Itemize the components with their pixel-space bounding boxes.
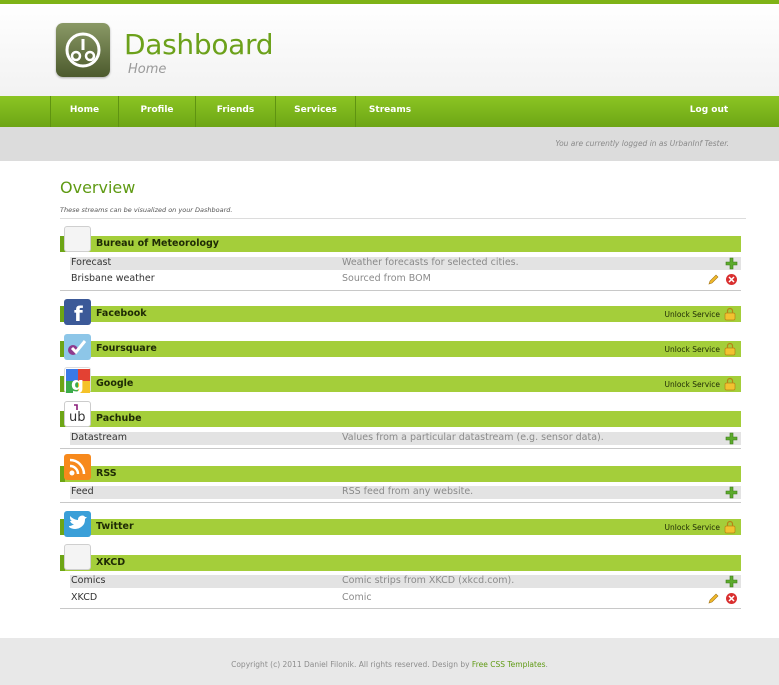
divider bbox=[60, 218, 746, 219]
service-header-bom: Bureau of Meteorology bbox=[60, 236, 741, 252]
service-header-xkcd: XKCD bbox=[60, 555, 741, 571]
page-subtitle: Home bbox=[128, 62, 167, 77]
service-name: Twitter bbox=[96, 521, 134, 532]
twitter-icon bbox=[64, 511, 91, 537]
service-header-facebook: Facebook Unlock Service bbox=[60, 306, 741, 322]
footer: Copyright (c) 2011 Daniel Filonik. All r… bbox=[0, 638, 779, 685]
page-description: These streams can be visualized on your … bbox=[60, 206, 233, 214]
service-name: Facebook bbox=[96, 308, 147, 319]
unlock-service-link[interactable]: Unlock Service bbox=[665, 380, 721, 389]
edit-icon[interactable] bbox=[707, 273, 720, 286]
lock-icon[interactable] bbox=[723, 377, 737, 391]
blank-icon bbox=[64, 544, 91, 570]
footer-text: Copyright (c) 2011 Daniel Filonik. All r… bbox=[231, 660, 470, 669]
nav-item-profile[interactable]: Profile bbox=[119, 96, 195, 127]
stream-name: Brisbane weather bbox=[71, 273, 155, 284]
delete-icon[interactable] bbox=[725, 273, 738, 286]
service-divider bbox=[60, 502, 741, 503]
svg-text:f: f bbox=[74, 302, 83, 325]
add-icon[interactable] bbox=[725, 486, 738, 499]
edit-icon[interactable] bbox=[707, 592, 720, 605]
service-name: RSS bbox=[96, 468, 117, 479]
service-header-google: Google Unlock Service bbox=[60, 376, 741, 392]
pachube-icon: ub bbox=[64, 401, 91, 427]
stream-description: Weather forecasts for selected cities. bbox=[342, 257, 519, 268]
svg-text:g: g bbox=[71, 374, 84, 394]
service-divider bbox=[60, 448, 741, 449]
lock-icon[interactable] bbox=[723, 342, 737, 356]
add-icon[interactable] bbox=[725, 257, 738, 270]
unlock-service-link[interactable]: Unlock Service bbox=[665, 345, 721, 354]
gauge-icon bbox=[56, 23, 110, 77]
table-row[interactable]: Brisbane weather Sourced from BOM bbox=[70, 273, 741, 286]
delete-icon[interactable] bbox=[725, 592, 738, 605]
service-name: Google bbox=[96, 378, 134, 389]
service-divider bbox=[60, 290, 741, 291]
stream-name: Feed bbox=[71, 486, 94, 497]
table-row[interactable]: Feed RSS feed from any website. bbox=[70, 486, 741, 499]
lock-icon[interactable] bbox=[723, 520, 737, 534]
main-nav: Home Profile Friends Services Streams Lo… bbox=[0, 96, 779, 127]
stream-description: RSS feed from any website. bbox=[342, 486, 474, 497]
table-row[interactable]: Datastream Values from a particular data… bbox=[70, 432, 741, 445]
svg-text:ub: ub bbox=[69, 410, 86, 425]
unlock-service-link[interactable]: Unlock Service bbox=[665, 523, 721, 532]
service-header-rss: RSS bbox=[60, 466, 741, 482]
footer-link[interactable]: Free CSS Templates bbox=[472, 660, 546, 669]
service-name: Pachube bbox=[96, 413, 142, 424]
table-row[interactable]: XKCD Comic bbox=[70, 592, 741, 605]
app-title: Dashboard bbox=[124, 28, 274, 61]
stream-description: Sourced from BOM bbox=[342, 273, 431, 284]
header: Dashboard Home bbox=[0, 4, 779, 96]
google-icon: g bbox=[64, 367, 91, 395]
service-header-twitter: Twitter Unlock Service bbox=[60, 519, 741, 535]
logged-in-status: You are currently logged in as UrbanInf … bbox=[555, 139, 729, 148]
stream-name: Forecast bbox=[71, 257, 112, 268]
page-title: Overview bbox=[60, 178, 136, 197]
service-header-pachube: Pachube bbox=[60, 411, 741, 427]
facebook-icon: f bbox=[64, 299, 91, 326]
rss-icon bbox=[64, 454, 91, 480]
blank-icon bbox=[64, 226, 91, 252]
add-icon[interactable] bbox=[725, 575, 738, 588]
stream-description: Comic bbox=[342, 592, 372, 603]
stream-name: Datastream bbox=[71, 432, 127, 443]
nav-item-friends[interactable]: Friends bbox=[196, 96, 275, 127]
service-header-foursquare: Foursquare Unlock Service bbox=[60, 341, 741, 357]
status-bar: You are currently logged in as UrbanInf … bbox=[0, 127, 779, 161]
stream-description: Comic strips from XKCD (xkcd.com). bbox=[342, 575, 515, 586]
stream-description: Values from a particular datastream (e.g… bbox=[342, 432, 604, 443]
nav-logout[interactable]: Log out bbox=[687, 96, 731, 127]
service-divider bbox=[60, 608, 741, 609]
nav-item-services[interactable]: Services bbox=[276, 96, 355, 127]
service-name: XKCD bbox=[96, 557, 126, 568]
service-name: Bureau of Meteorology bbox=[96, 238, 219, 249]
stream-name: XKCD bbox=[71, 592, 98, 603]
table-row[interactable]: Comics Comic strips from XKCD (xkcd.com)… bbox=[70, 575, 741, 588]
foursquare-icon bbox=[64, 334, 91, 360]
add-icon[interactable] bbox=[725, 432, 738, 445]
footer-period: . bbox=[545, 660, 548, 669]
table-row[interactable]: Forecast Weather forecasts for selected … bbox=[70, 257, 741, 270]
service-name: Foursquare bbox=[96, 343, 157, 354]
footer-copyright: Copyright (c) 2011 Daniel Filonik. All r… bbox=[0, 660, 779, 669]
unlock-service-link[interactable]: Unlock Service bbox=[665, 310, 721, 319]
stream-name: Comics bbox=[71, 575, 106, 586]
nav-item-streams[interactable]: Streams bbox=[356, 96, 424, 127]
nav-item-home[interactable]: Home bbox=[51, 96, 118, 127]
lock-icon[interactable] bbox=[723, 307, 737, 321]
